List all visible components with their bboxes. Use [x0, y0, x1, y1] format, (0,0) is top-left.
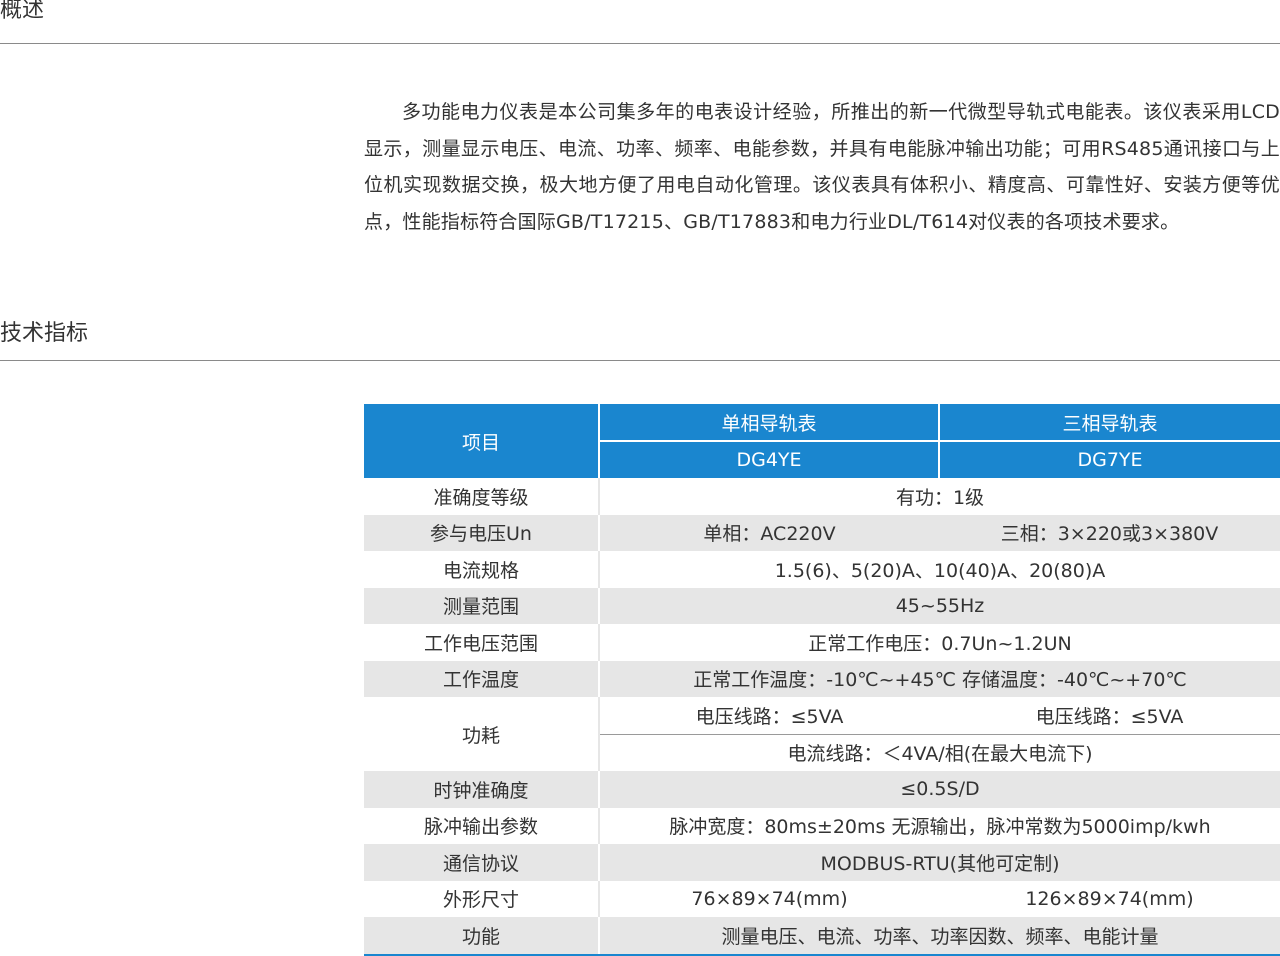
table-row: 通信协议 MODBUS-RTU(其他可定制) — [364, 844, 1280, 881]
table-row: 外形尺寸 76×89×74(mm) 126×89×74(mm) — [364, 880, 1280, 917]
table-row: 电流规格 1.5(6)、5(20)A、10(40)A、20(80)A — [364, 551, 1280, 588]
overview-paragraph: 多功能电力仪表是本公司集多年的电表设计经验，所推出的新一代微型导轨式电能表。该仪… — [364, 101, 1280, 233]
row-value-three: 三相：3×220或3×380V — [939, 514, 1280, 551]
row-label: 工作电压范围 — [423, 632, 538, 655]
row-label: 工作温度 — [364, 660, 599, 697]
row-label: 外形尺寸 — [442, 889, 519, 912]
table-row: 参与电压Un 单相：AC220V 三相：3×220或3×380V — [364, 514, 1280, 551]
spec-table: 项目 单相导轨表 三相导轨表 DG4YE DG7YE 准确度等级 有功：1级 参… — [364, 404, 1280, 956]
table-header-row: 项目 单相导轨表 三相导轨表 — [364, 404, 1280, 478]
specs-title: 技术指标 — [0, 321, 89, 346]
header-three-model: DG7YE — [938, 441, 1280, 478]
row-value: 测量电压、电流、功率、功率因数、频率、电能计量 — [598, 917, 1280, 956]
row-value: ≤0.5S/D — [598, 771, 1280, 808]
table-row: 测量范围 45~55Hz — [364, 587, 1280, 624]
specs-divider — [0, 360, 1280, 361]
table-row: 时钟准确度 ≤0.5S/D — [364, 771, 1280, 808]
overview-title: 概述 — [0, 0, 45, 23]
row-value: 1.5(6)、5(20)A、10(40)A、20(80)A — [598, 551, 1280, 588]
table-row: 功能 测量电压、电流、功率、功率因数、频率、电能计量 — [364, 917, 1280, 956]
table-row: 脉冲输出参数 脉冲宽度：80ms±20ms 无源输出，脉冲常数为5000imp/… — [364, 807, 1280, 844]
row-value: 正常工作温度：-10℃~+45℃ 存储温度：-40℃~+70℃ — [598, 660, 1280, 697]
table-row: 准确度等级 有功：1级 — [364, 478, 1280, 515]
row-label: 通信协议 — [364, 844, 599, 881]
row-value-single: 单相：AC220V — [598, 514, 939, 551]
row-label: 功耗 — [461, 724, 500, 747]
header-single-model: DG4YE — [598, 441, 939, 478]
header-item: 项目 — [364, 404, 599, 478]
row-label: 时钟准确度 — [364, 771, 599, 808]
row-value: MODBUS-RTU(其他可定制) — [598, 844, 1280, 881]
row-label: 参与电压Un — [364, 514, 599, 551]
row-value-single: 电压线路：≤5VA — [598, 697, 939, 735]
header-single-phase: 单相导轨表 — [598, 404, 939, 442]
row-label: 电流规格 — [442, 559, 519, 582]
row-label: 准确度等级 — [433, 486, 529, 509]
table-row: 工作温度 正常工作温度：-10℃~+45℃ 存储温度：-40℃~+70℃ — [364, 660, 1280, 697]
row-value: 45~55Hz — [598, 587, 1280, 624]
table-row: 工作电压范围 正常工作电压：0.7Un~1.2UN — [364, 624, 1280, 661]
row-label: 功能 — [364, 917, 599, 956]
row-value-three: 电压线路：≤5VA — [939, 697, 1280, 735]
table-row: 功耗 电压线路：≤5VA 电压线路：≤5VA — [364, 697, 1280, 747]
row-value-three: 126×89×74(mm) — [1025, 887, 1194, 910]
row-label: 测量范围 — [364, 587, 599, 624]
row-value: 电流线路：＜4VA/相(在最大电流下) — [598, 734, 1280, 771]
row-label: 脉冲输出参数 — [423, 816, 538, 839]
header-three-phase: 三相导轨表 — [938, 404, 1280, 442]
row-value: 有功：1级 — [598, 478, 1280, 515]
specs-section-header: 技术指标 — [0, 318, 1280, 364]
row-value-single: 76×89×74(mm) — [598, 880, 939, 917]
row-value: 脉冲宽度：80ms±20ms 无源输出，脉冲常数为5000imp/kwh — [598, 807, 1280, 844]
overview-section-header: 概述 — [0, 0, 1280, 46]
overview-divider — [0, 43, 1280, 44]
row-value: 正常工作电压：0.7Un~1.2UN — [598, 624, 1280, 661]
